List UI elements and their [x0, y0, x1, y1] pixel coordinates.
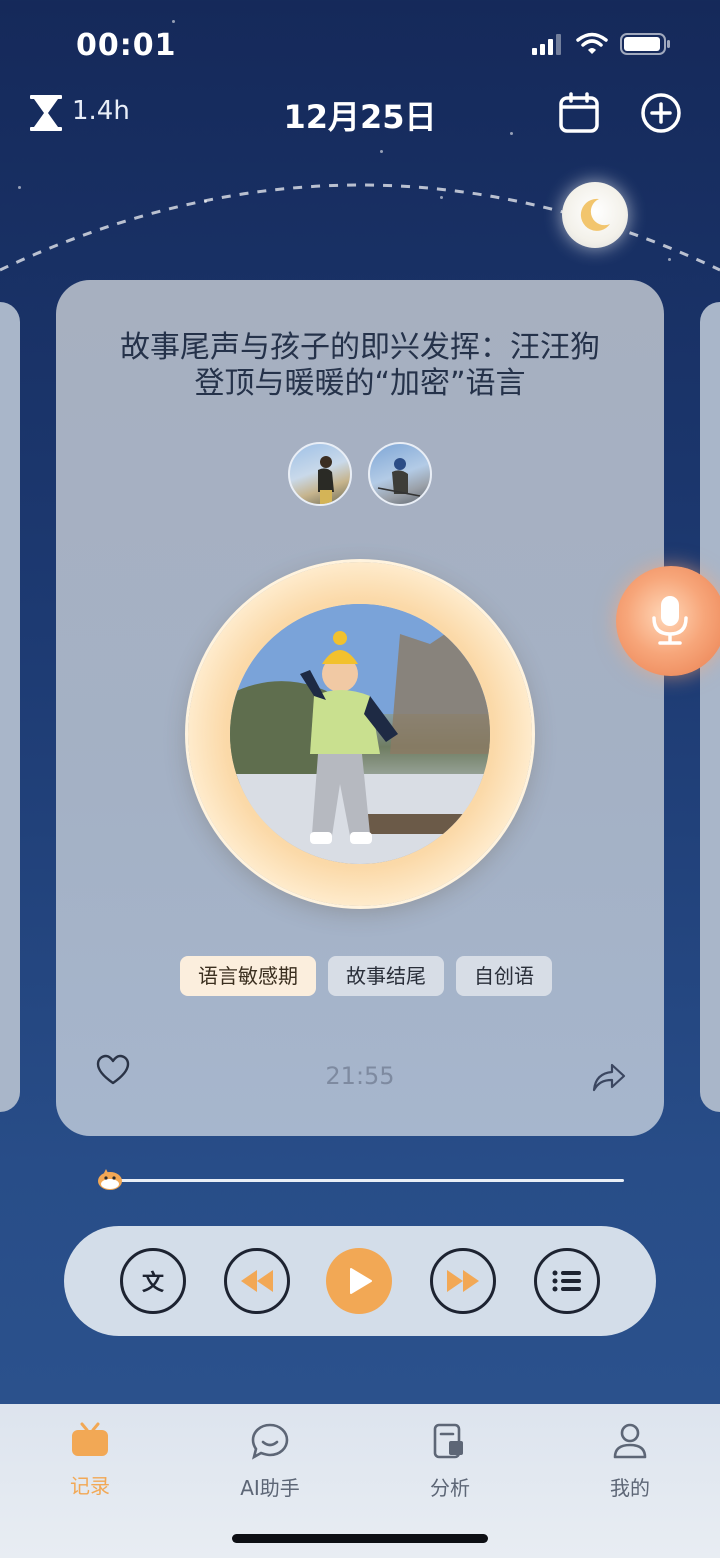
play-icon: [350, 1268, 372, 1294]
share-icon[interactable]: [592, 1062, 626, 1092]
tab-record[interactable]: 记录: [30, 1422, 150, 1499]
avatar[interactable]: [288, 442, 352, 506]
home-indicator[interactable]: [232, 1534, 488, 1543]
calendar-icon[interactable]: [558, 92, 600, 134]
status-icons: [532, 32, 672, 56]
record-mic-button[interactable]: [616, 566, 720, 676]
fast-forward-icon: [447, 1270, 479, 1292]
rewind-icon: [241, 1270, 273, 1292]
play-button[interactable]: [326, 1248, 392, 1314]
tab-profile[interactable]: 我的: [570, 1422, 690, 1501]
tab-ai-assistant[interactable]: AI助手: [210, 1422, 330, 1501]
prev-card[interactable]: [0, 302, 20, 1112]
status-time: 00:01: [76, 28, 177, 63]
tv-icon: [72, 1422, 108, 1456]
page-title-date[interactable]: 12月25日: [0, 92, 720, 138]
duration-label: 21:55: [325, 1062, 395, 1090]
tag-item[interactable]: 自创语: [456, 956, 552, 996]
signal-icon: [532, 34, 561, 55]
tab-label: AI助手: [240, 1476, 300, 1500]
tab-analysis[interactable]: 分析: [390, 1422, 510, 1501]
progress-slider[interactable]: [104, 1179, 624, 1182]
mic-icon: [652, 596, 688, 645]
moon-icon[interactable]: [562, 182, 628, 248]
tag-list: 语言敏感期 故事结尾 自创语: [180, 956, 554, 998]
story-card[interactable]: 故事尾声与孩子的即兴发挥：汪汪狗登顶与暖暖的“加密”语言 语言敏感期 故事结尾 …: [56, 280, 664, 1136]
cover-photo[interactable]: [230, 604, 490, 864]
tab-label: 分析: [430, 1476, 470, 1500]
transcript-button[interactable]: 文: [120, 1248, 186, 1314]
add-icon[interactable]: [640, 92, 682, 134]
player-controls: 文: [64, 1226, 656, 1336]
avatar[interactable]: [368, 442, 432, 506]
tag-item[interactable]: 语言敏感期: [180, 956, 316, 996]
progress-thumb-icon[interactable]: [96, 1168, 124, 1192]
chat-smile-icon: [251, 1423, 289, 1460]
playlist-button[interactable]: [534, 1248, 600, 1314]
fast-forward-button[interactable]: [430, 1248, 496, 1314]
user-icon: [613, 1423, 647, 1459]
next-card[interactable]: [700, 302, 720, 1112]
rewind-button[interactable]: [224, 1248, 290, 1314]
story-title: 故事尾声与孩子的即兴发挥：汪汪狗登顶与暖暖的“加密”语言: [120, 330, 600, 401]
tab-label: 记录: [70, 1474, 110, 1498]
report-icon: [433, 1423, 463, 1459]
battery-icon: [620, 33, 670, 55]
tab-label: 我的: [610, 1476, 650, 1500]
tag-item[interactable]: 故事结尾: [328, 956, 444, 996]
wifi-icon: [576, 32, 608, 54]
list-icon: [552, 1270, 581, 1292]
